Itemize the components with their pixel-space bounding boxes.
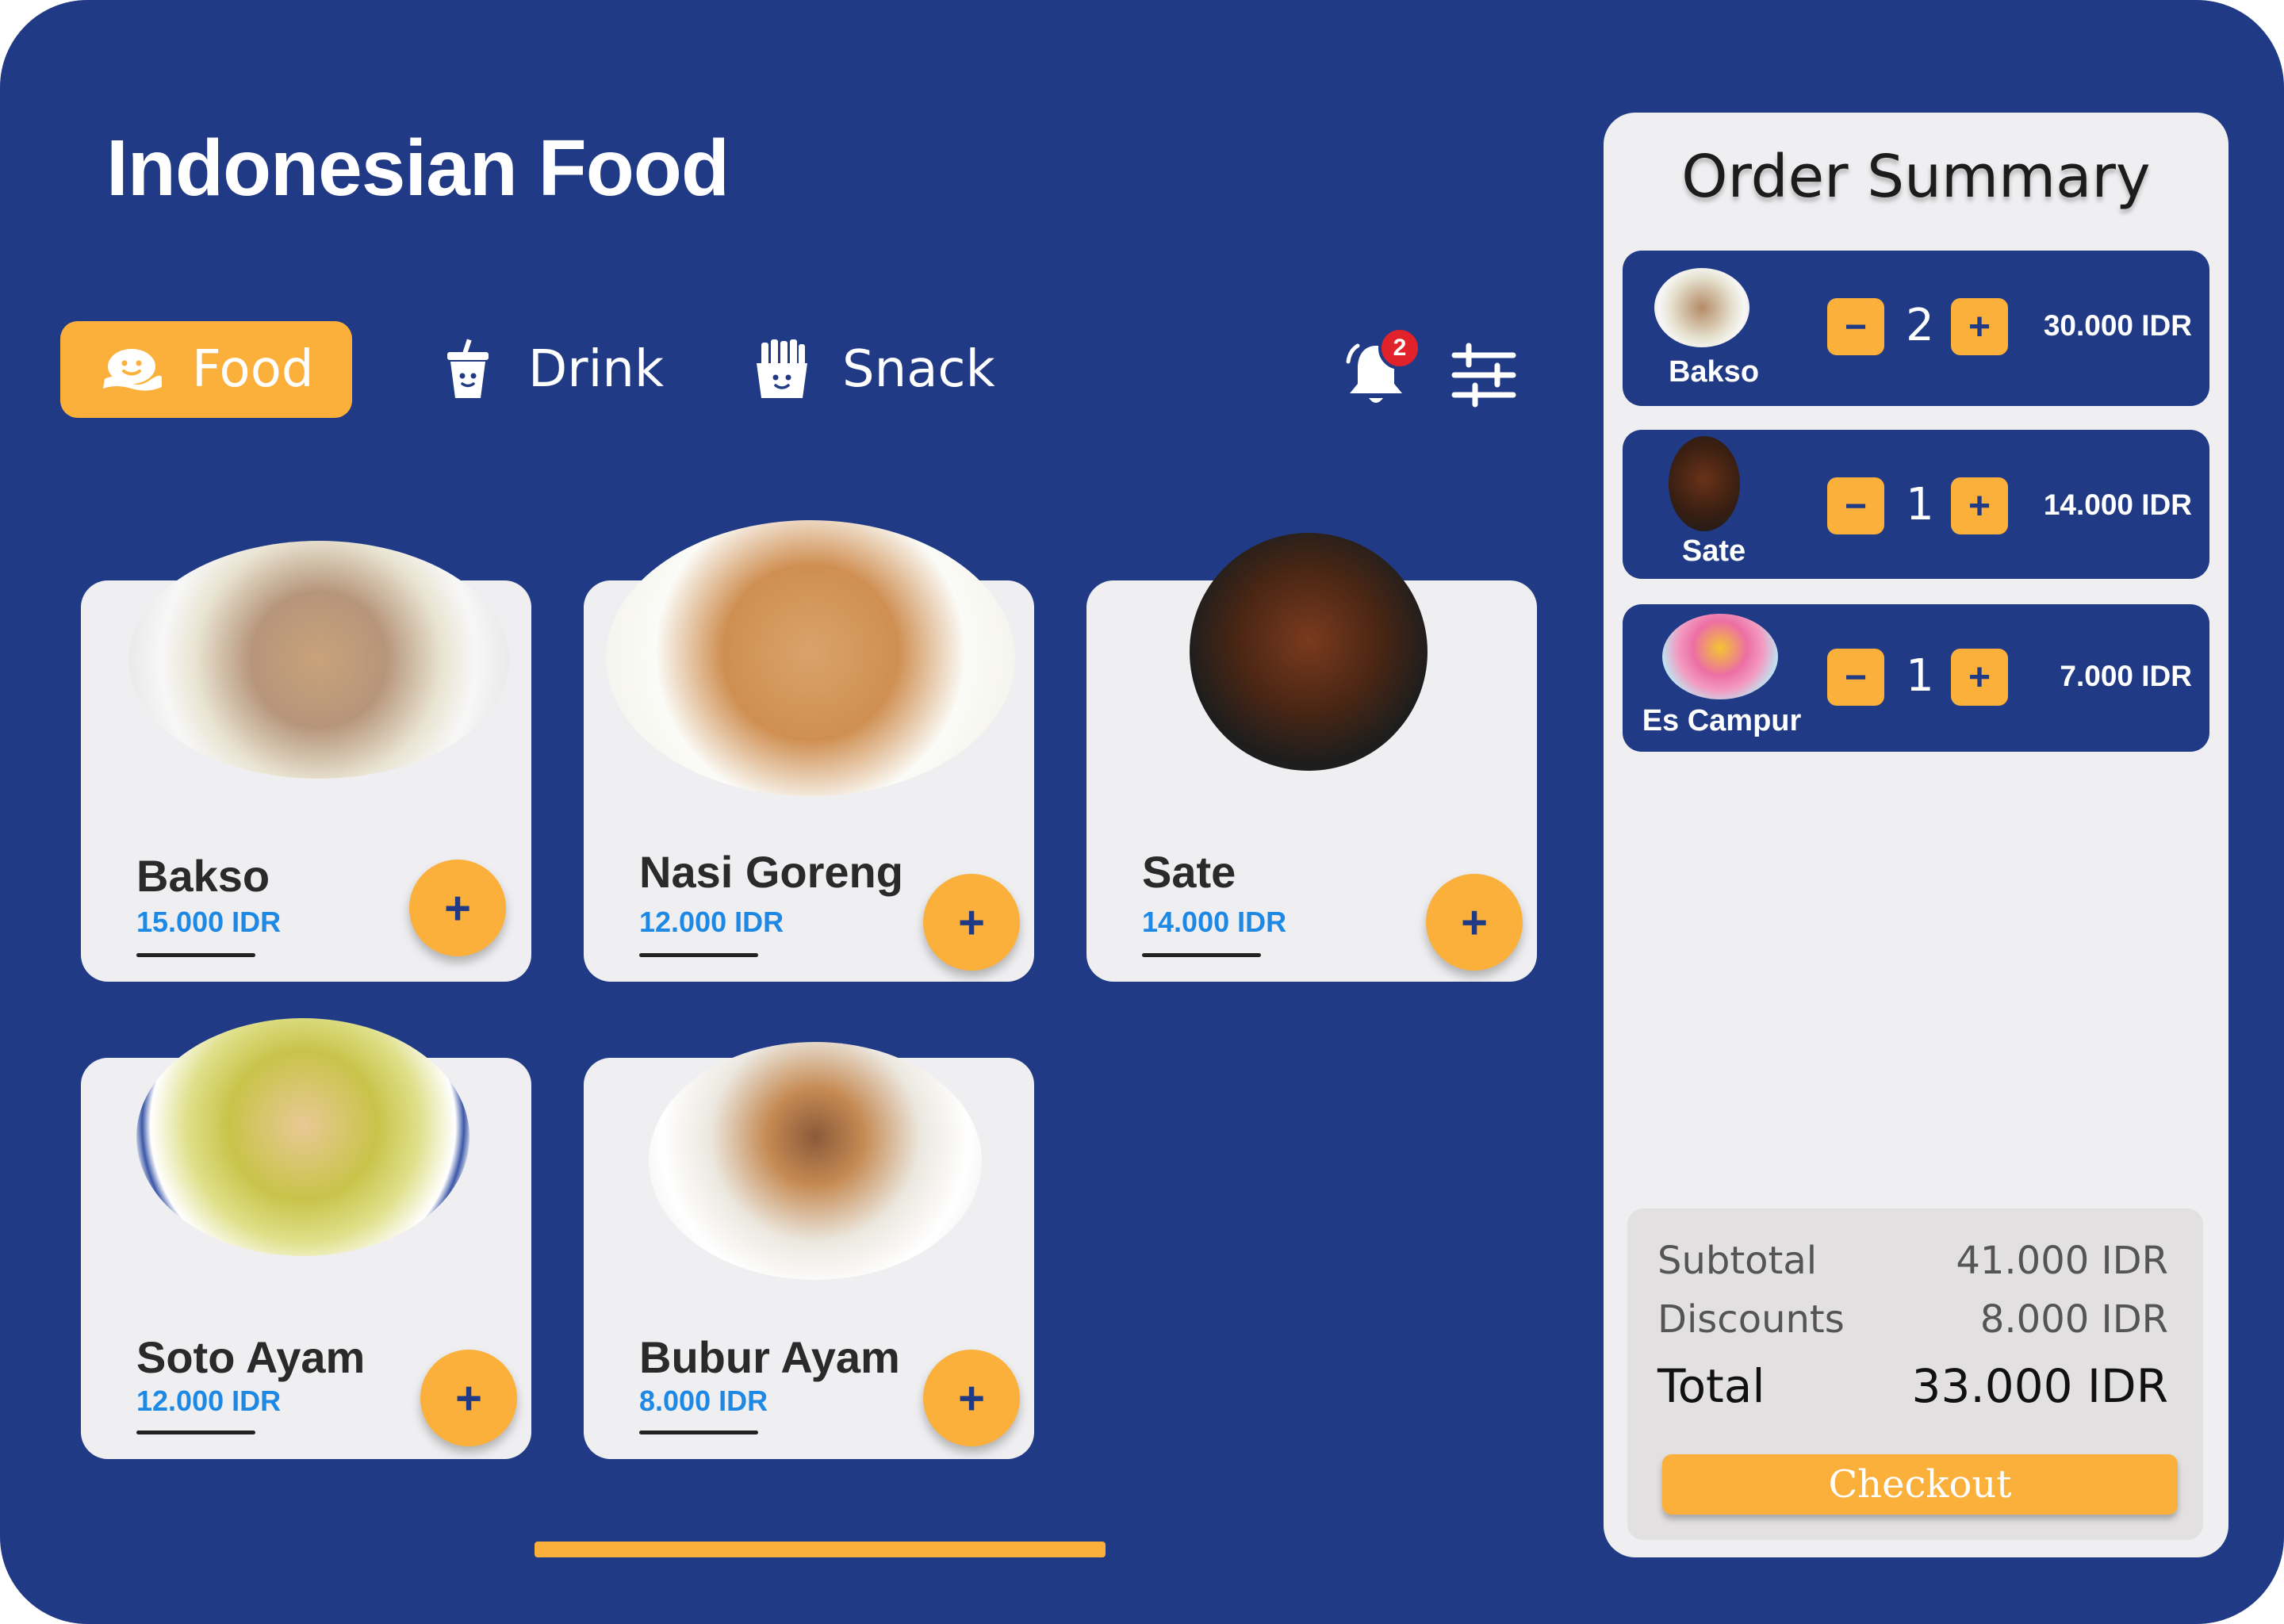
product-name: Nasi Goreng: [639, 847, 903, 897]
product-price: 12.000 IDR: [639, 906, 784, 938]
product-name: Sate: [1142, 847, 1236, 897]
tab-snack-label: Snack: [842, 340, 995, 399]
food-icon: [100, 338, 163, 401]
product-price: 12.000 IDR: [136, 1385, 282, 1417]
filter-button[interactable]: [1448, 339, 1519, 411]
product-card-bakso: Bakso 15.000 IDR +: [81, 541, 531, 982]
quantity-value: 1: [1906, 479, 1934, 530]
tab-food[interactable]: Food: [60, 321, 352, 418]
order-item-image: [1669, 436, 1740, 531]
increase-quantity-button[interactable]: +: [1951, 298, 2008, 355]
checkout-button[interactable]: Checkout: [1662, 1454, 2178, 1515]
add-to-cart-button[interactable]: +: [420, 1350, 517, 1446]
bubur-ayam-image: [649, 1042, 982, 1280]
sliders-icon: [1448, 339, 1519, 411]
underline: [1142, 953, 1261, 957]
product-card-sate: Sate 14.000 IDR +: [1086, 533, 1537, 982]
discounts-value: 8.000 IDR: [1979, 1297, 2168, 1342]
order-summary-title: Order Summary: [1681, 143, 2151, 211]
order-summary-panel: Order Summary Bakso − 2 + 30.000 IDR Sat…: [1604, 113, 2228, 1557]
order-item-price: 14.000 IDR: [2043, 488, 2192, 521]
order-item-name: Es Campur: [1642, 704, 1802, 737]
order-item-image: [1662, 614, 1778, 699]
sate-image: [1190, 533, 1428, 771]
order-item-sate: Sate − 1 + 14.000 IDR: [1623, 430, 2209, 579]
app-window: Indonesian Food Food Drink Snack 2 Bakso…: [0, 0, 2284, 1624]
product-price: 8.000 IDR: [639, 1385, 768, 1417]
soto-ayam-image: [136, 1018, 469, 1256]
tab-drink[interactable]: Drink: [397, 321, 703, 418]
order-item-es-campur: Es Campur − 1 + 7.000 IDR: [1623, 604, 2209, 752]
subtotal-value: 41.000 IDR: [1956, 1239, 2168, 1283]
order-item-image: [1654, 268, 1749, 347]
product-name: Bakso: [136, 851, 270, 901]
decrease-quantity-button[interactable]: −: [1827, 477, 1884, 534]
product-name: Bubur Ayam: [639, 1332, 900, 1382]
decrease-quantity-button[interactable]: −: [1827, 298, 1884, 355]
product-card-nasi-goreng: Nasi Goreng 12.000 IDR +: [584, 520, 1034, 982]
discounts-label: Discounts: [1657, 1297, 1845, 1342]
add-to-cart-button[interactable]: +: [409, 860, 506, 956]
drink-icon: [436, 338, 500, 401]
underline: [639, 953, 758, 957]
product-card-soto-ayam: Soto Ayam 12.000 IDR +: [81, 1018, 531, 1459]
subtotal-label: Subtotal: [1657, 1239, 1818, 1283]
product-price: 15.000 IDR: [136, 906, 282, 938]
quantity-value: 2: [1906, 300, 1934, 351]
order-item-price: 7.000 IDR: [2060, 660, 2192, 692]
underline: [136, 953, 255, 957]
subtotal-row: Subtotal 41.000 IDR: [1657, 1239, 2168, 1283]
order-item-name: Bakso: [1668, 355, 1760, 389]
decrease-quantity-button[interactable]: −: [1827, 649, 1884, 706]
increase-quantity-button[interactable]: +: [1951, 477, 2008, 534]
underline: [136, 1431, 255, 1434]
tab-snack[interactable]: Snack: [711, 321, 1035, 418]
product-card-bubur-ayam: Bubur Ayam 8.000 IDR +: [584, 1042, 1034, 1459]
product-price: 14.000 IDR: [1142, 906, 1287, 938]
total-label: Total: [1657, 1359, 1765, 1413]
underline: [639, 1431, 758, 1434]
total-value: 33.000 IDR: [1911, 1359, 2168, 1413]
totals-box: Subtotal 41.000 IDR Discounts 8.000 IDR …: [1627, 1208, 2203, 1540]
product-name: Soto Ayam: [136, 1332, 366, 1382]
add-to-cart-button[interactable]: +: [923, 1350, 1020, 1446]
notification-button[interactable]: 2: [1340, 327, 1421, 411]
increase-quantity-button[interactable]: +: [1951, 649, 2008, 706]
tab-food-label: Food: [192, 340, 314, 399]
discounts-row: Discounts 8.000 IDR: [1657, 1297, 2168, 1342]
add-to-cart-button[interactable]: +: [923, 874, 1020, 971]
scroll-indicator[interactable]: [535, 1542, 1106, 1557]
order-item-price: 30.000 IDR: [2043, 309, 2192, 342]
snack-icon: [750, 338, 814, 401]
nasi-goreng-image: [606, 520, 1015, 796]
total-row: Total 33.000 IDR: [1657, 1359, 2168, 1413]
tab-drink-label: Drink: [528, 340, 664, 399]
order-item-name: Sate: [1681, 534, 1746, 568]
notification-count-badge: 2: [1378, 327, 1421, 370]
page-title: Indonesian Food: [106, 124, 730, 213]
quantity-value: 1: [1906, 650, 1934, 702]
add-to-cart-button[interactable]: +: [1426, 874, 1523, 971]
bakso-image: [128, 541, 509, 779]
order-item-bakso: Bakso − 2 + 30.000 IDR: [1623, 251, 2209, 406]
